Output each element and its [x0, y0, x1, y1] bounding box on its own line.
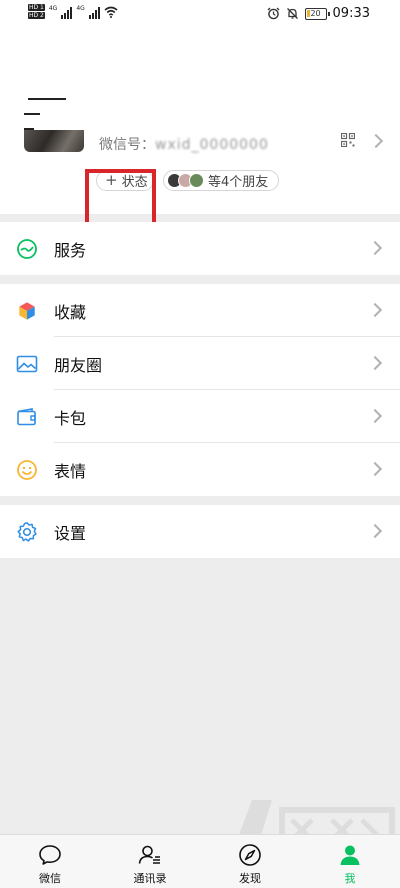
status-right: 20 09:33 — [267, 6, 370, 21]
qr-code-icon[interactable] — [341, 133, 355, 147]
chevron-right-icon — [367, 355, 383, 371]
network-type-1: 4G — [48, 5, 58, 12]
signal-indicators: HD 1 HD 2 4G 4G — [28, 4, 118, 19]
services-label: 服务 — [54, 241, 87, 260]
network-type-2: 4G — [76, 5, 85, 12]
moments-image-icon — [16, 355, 38, 373]
avatar[interactable] — [24, 130, 84, 152]
services-section: 服务 — [0, 222, 400, 275]
menu-item-moments[interactable]: 朋友圈 — [0, 337, 400, 390]
wallet-card-icon — [17, 408, 36, 426]
menu-item-settings[interactable]: 设置 — [0, 505, 400, 558]
alarm-icon — [267, 7, 279, 20]
menu-item-favorites[interactable]: 收藏 — [0, 284, 400, 337]
favorites-cube-icon — [18, 301, 36, 321]
status-bar: HD 1 HD 2 4G 4G 20 09:33 — [0, 0, 400, 30]
settings-section: 设置 — [0, 505, 400, 558]
wifi-icon — [104, 6, 118, 18]
contacts-icon — [138, 845, 160, 864]
signal-bars-1-icon — [61, 7, 73, 19]
friend-avatar — [189, 173, 204, 188]
chevron-right-icon — [367, 408, 383, 424]
menu-item-services[interactable]: 服务 — [0, 222, 400, 275]
services-icon — [17, 239, 37, 259]
menu-item-cards[interactable]: 卡包 — [0, 390, 400, 443]
tab-me-label: 我 — [344, 872, 356, 885]
sim1-badge: HD 1 — [28, 4, 45, 11]
tab-contacts[interactable]: 通讯录 — [100, 835, 200, 888]
wechat-id-value: wxid_0000000 — [155, 137, 269, 153]
battery-icon: 20 — [304, 7, 330, 20]
profile-header[interactable]: 微信号：wxid_0000000 + 状态 等4个朋友 — [0, 30, 400, 243]
chat-icon — [39, 845, 61, 865]
gear-icon — [17, 522, 37, 542]
mute-bell-icon — [286, 8, 298, 19]
chevron-right-icon — [367, 461, 383, 477]
battery-level: 20 — [310, 8, 321, 18]
chevron-right-icon — [367, 523, 383, 539]
friends-count-text: 等4个朋友 — [208, 175, 269, 190]
compass-icon — [239, 844, 261, 866]
tab-chats-label: 微信 — [39, 872, 61, 885]
sim2-badge: HD 2 — [28, 12, 45, 19]
tab-discover-label: 发现 — [239, 872, 261, 885]
signal-bars-2-icon — [88, 7, 100, 19]
bottom-tab-bar: 微信 通讯录 发现 我 — [0, 834, 400, 888]
tab-contacts-label: 通讯录 — [133, 872, 167, 885]
wechat-id-label: 微信号： — [99, 137, 155, 153]
smiley-face-icon — [17, 460, 37, 480]
features-section: 收藏 朋友圈 卡包 表情 — [0, 284, 400, 496]
menu-item-stickers[interactable]: 表情 — [0, 443, 400, 496]
settings-label: 设置 — [54, 524, 87, 543]
tab-me[interactable]: 我 — [300, 835, 400, 888]
chevron-right-icon — [367, 240, 383, 256]
stickers-label: 表情 — [54, 462, 87, 481]
person-icon — [340, 845, 360, 865]
chevron-right-icon — [367, 302, 383, 318]
friends-status-pill[interactable]: 等4个朋友 — [163, 170, 279, 191]
cards-label: 卡包 — [54, 409, 87, 428]
friend-avatars — [167, 173, 204, 188]
tab-chats[interactable]: 微信 — [0, 835, 100, 888]
tab-discover[interactable]: 发现 — [200, 835, 300, 888]
favorites-label: 收藏 — [54, 303, 87, 322]
wechat-id: 微信号：wxid_0000000 — [99, 134, 269, 154]
moments-label: 朋友圈 — [54, 356, 103, 375]
clock: 09:33 — [332, 6, 370, 21]
profile-chevron-icon — [368, 133, 384, 149]
